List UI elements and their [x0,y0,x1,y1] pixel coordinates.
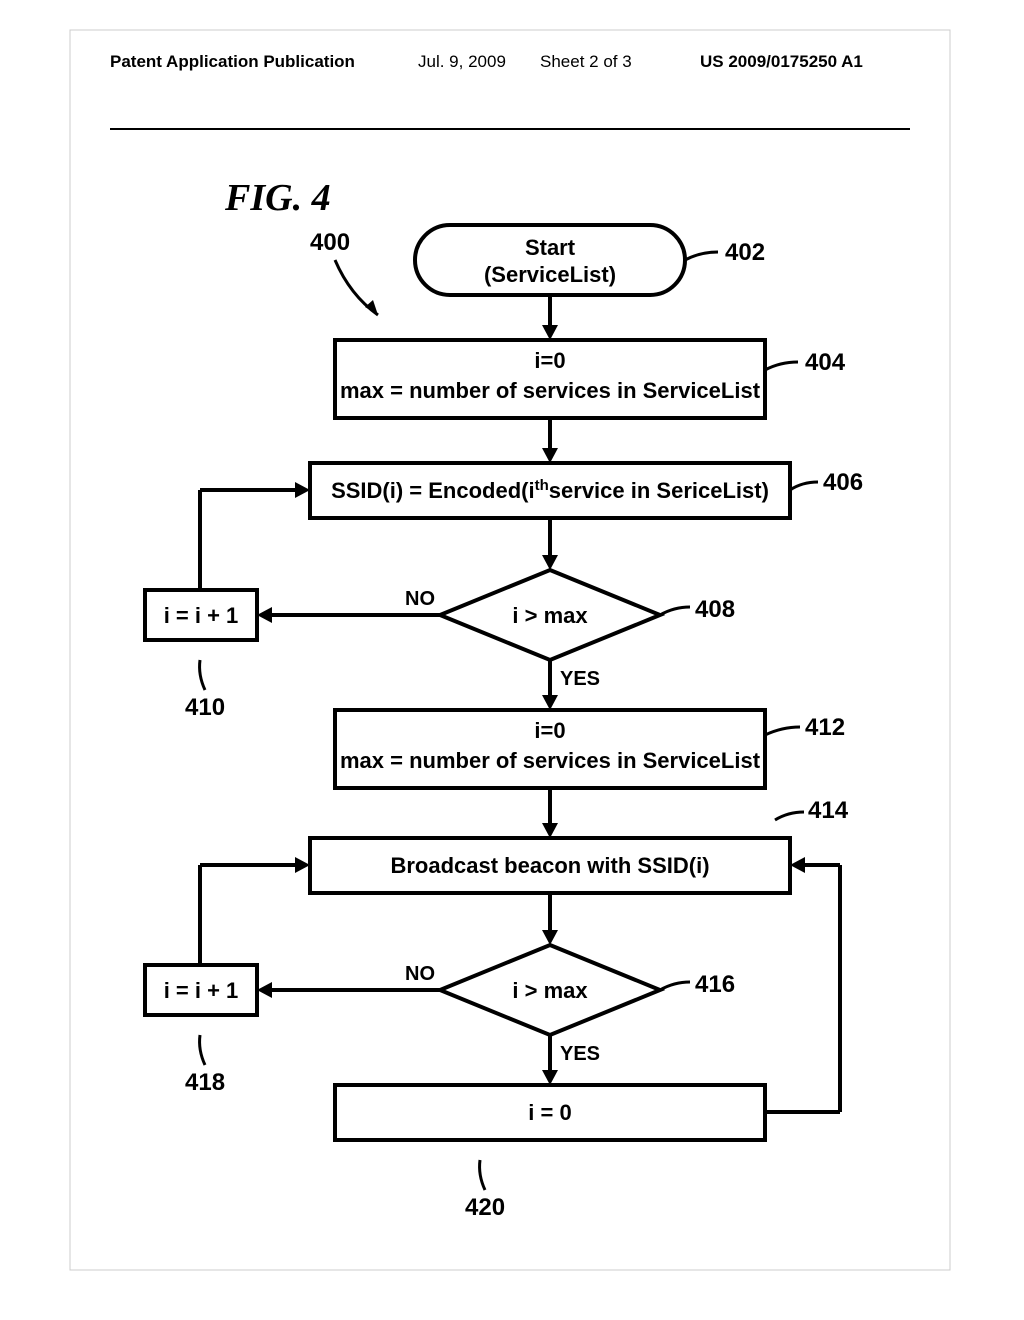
svg-text:Broadcast beacon with SSID(i): Broadcast beacon with SSID(i) [390,853,709,878]
block-414: Broadcast beacon with SSID(i) [310,838,790,893]
svg-text:i=0: i=0 [534,718,565,743]
block-406: SSID(i) = Encoded(ithservice in SericeLi… [310,463,790,518]
svg-text:i = 0: i = 0 [528,1100,571,1125]
ref-400: 400 [310,229,350,256]
block-410: i = i + 1 [145,590,257,640]
ref-414: 414 [808,797,849,824]
svg-text:Start: Start [525,235,576,260]
figure-title: FIG. 4 [224,177,331,219]
decision-416: i > max [440,945,660,1035]
page-root: Patent Application Publication Jul. 9, 2… [0,0,1024,1320]
block-418: i = i + 1 [145,965,257,1015]
decision-408: i > max [440,570,660,660]
ref-412: 412 [805,714,845,741]
svg-text:i = i + 1: i = i + 1 [164,978,239,1003]
label-no-1: NO [405,588,435,610]
ref-402: 402 [725,239,765,266]
ref-418: 418 [185,1069,225,1096]
flowchart-svg: FIG. 4 400 Start (ServiceList) 402 i=0 m… [0,0,1024,1320]
block-420: i = 0 [335,1085,765,1140]
ref-404: 404 [805,349,846,376]
ref-420: 420 [465,1194,505,1221]
label-no-2: NO [405,963,435,985]
svg-text:max = number of services in Se: max = number of services in ServiceList [340,378,761,403]
block-412: i=0 max = number of services in ServiceL… [335,710,765,788]
svg-text:i > max: i > max [512,603,588,628]
ref-408: 408 [695,596,735,623]
ref-406: 406 [823,469,863,496]
ref-400-arrowhead [365,300,378,315]
svg-text:SSID(i) = Encoded(ithservice i: SSID(i) = Encoded(ithservice in SericeLi… [331,477,769,503]
svg-text:(ServiceList): (ServiceList) [484,262,616,287]
start-block: Start (ServiceList) [415,225,685,295]
svg-text:max = number of services in Se: max = number of services in ServiceList [340,748,761,773]
svg-text:i=0: i=0 [534,348,565,373]
ref-416: 416 [695,971,735,998]
block-404: i=0 max = number of services in ServiceL… [335,340,765,418]
svg-text:i = i + 1: i = i + 1 [164,603,239,628]
lead-402 [685,252,718,260]
svg-text:i > max: i > max [512,978,588,1003]
label-yes-1: YES [560,668,600,690]
label-yes-2: YES [560,1043,600,1065]
ref-410: 410 [185,694,225,721]
